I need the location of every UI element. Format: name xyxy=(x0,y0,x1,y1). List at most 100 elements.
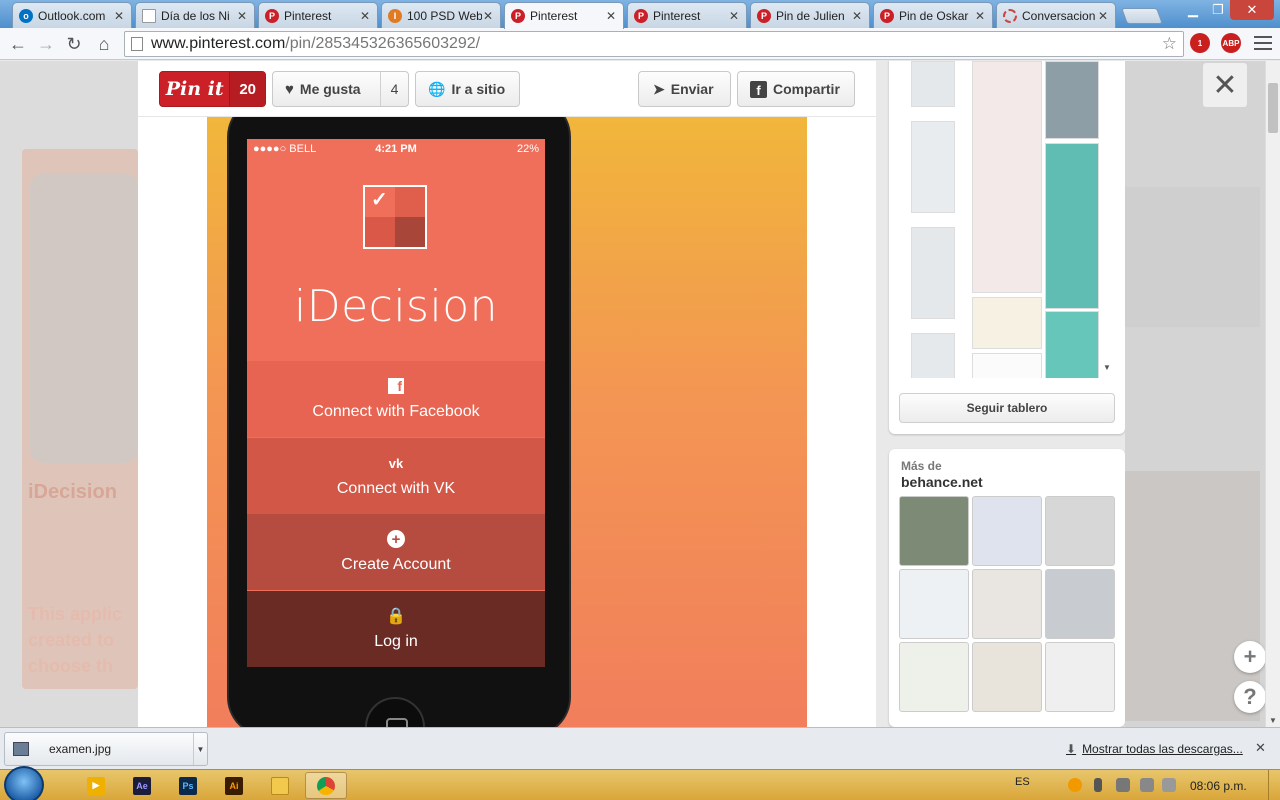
like-button[interactable]: ♥ Me gusta 4 xyxy=(272,71,409,107)
scroll-down-icon[interactable]: ▼ xyxy=(1269,716,1277,725)
download-item[interactable]: examen.jpg ▼ xyxy=(4,732,208,766)
related-pin-thumbnail[interactable] xyxy=(1045,496,1115,566)
download-options-icon[interactable]: ▼ xyxy=(193,733,207,765)
close-tab-icon[interactable]: ✕ xyxy=(728,9,740,23)
share-label: Compartir xyxy=(773,81,840,97)
tab-dia-de-los-ninos[interactable]: Día de los Ni ✕ xyxy=(135,2,255,28)
tab-pinterest-active[interactable]: P Pinterest ✕ xyxy=(504,2,624,29)
related-pin-thumbnail[interactable] xyxy=(972,569,1042,639)
flag-tray-icon[interactable] xyxy=(1140,778,1154,792)
related-pin-thumbnail[interactable] xyxy=(899,569,969,639)
related-pin-thumbnail[interactable] xyxy=(1045,642,1115,712)
scrollbar-thumb[interactable] xyxy=(1268,83,1278,133)
checkmark-icon: ✓ xyxy=(371,189,388,211)
board-thumbnail[interactable] xyxy=(911,227,955,319)
board-thumbnail[interactable] xyxy=(1045,311,1099,378)
board-thumbnail[interactable] xyxy=(972,297,1042,349)
taskbar-photoshop[interactable]: Ps xyxy=(168,772,208,799)
system-clock[interactable]: 08:06 p.m. xyxy=(1190,779,1247,793)
close-downloads-bar-icon[interactable]: ✕ xyxy=(1255,740,1266,756)
minimize-icon[interactable]: ▁ xyxy=(1180,0,1206,20)
taskbar-explorer[interactable] xyxy=(260,772,300,799)
related-pin-thumbnail[interactable] xyxy=(972,496,1042,566)
show-desktop-button[interactable] xyxy=(1268,770,1280,800)
url-path: /pin/285345326365603292/ xyxy=(285,35,481,52)
related-pin-thumbnail[interactable] xyxy=(972,642,1042,712)
close-pin-button[interactable]: ✕ xyxy=(1203,63,1247,107)
board-thumbnail[interactable] xyxy=(1045,61,1099,139)
adblock-icon[interactable]: ABP xyxy=(1221,33,1241,53)
address-bar[interactable]: www.pinterest.com/pin/285345326365603292… xyxy=(124,31,1184,57)
scroll-down-icon[interactable]: ▼ xyxy=(1103,363,1111,372)
extension-icon[interactable]: 1 xyxy=(1190,33,1210,53)
related-pin-thumbnail[interactable] xyxy=(899,642,969,712)
restore-icon[interactable]: ❐ xyxy=(1206,0,1230,20)
taskbar-illustrator[interactable]: Ai xyxy=(214,772,254,799)
volume-tray-icon[interactable] xyxy=(1162,778,1176,792)
tab-outlook[interactable]: o Outlook.com ✕ xyxy=(12,2,132,28)
reload-icon[interactable]: ↻ xyxy=(62,32,86,56)
board-thumbnail[interactable] xyxy=(911,121,955,213)
show-all-downloads-link[interactable]: ⬇ Mostrar todas las descargas... xyxy=(1066,742,1243,756)
tab-conversacion[interactable]: Conversacion ✕ xyxy=(996,2,1116,28)
close-tab-icon[interactable]: ✕ xyxy=(1097,9,1109,23)
visit-site-button[interactable]: 🌐 Ir a sitio xyxy=(415,71,520,107)
language-indicator[interactable]: ES xyxy=(1015,776,1030,788)
pin-image[interactable]: ●●●●○ BELL 4:21 PM 22% ✓ iDecision f Con… xyxy=(207,117,807,727)
close-tab-icon[interactable]: ✕ xyxy=(359,9,371,23)
home-icon[interactable]: ⌂ xyxy=(92,32,116,56)
tab-pin-de-julien[interactable]: P Pin de Julien ✕ xyxy=(750,2,870,28)
browser-menu-icon[interactable] xyxy=(1254,34,1272,52)
taskbar-after-effects[interactable]: Ae xyxy=(122,772,162,799)
board-thumbnail[interactable] xyxy=(911,61,955,107)
bookmark-star-icon[interactable]: ☆ xyxy=(1162,34,1177,54)
back-icon[interactable]: ← xyxy=(6,32,30,56)
board-thumbnails[interactable] xyxy=(898,61,1114,378)
battery-tray-icon[interactable] xyxy=(1094,778,1102,792)
phone-mockup: ●●●●○ BELL 4:21 PM 22% ✓ iDecision f Con… xyxy=(227,117,571,727)
send-button[interactable]: ➤ Enviar xyxy=(638,71,731,107)
taskbar-chrome[interactable] xyxy=(305,772,347,799)
app-title: iDecision xyxy=(293,281,499,332)
tab-pinterest-1[interactable]: P Pinterest ✕ xyxy=(258,2,378,28)
board-thumbnail[interactable] xyxy=(911,333,955,378)
menu-label: Log in xyxy=(374,633,418,650)
share-button[interactable]: f Compartir xyxy=(737,71,855,107)
board-thumbnail[interactable] xyxy=(1045,143,1099,309)
zoom-in-button[interactable]: + xyxy=(1234,641,1266,673)
follow-board-button[interactable]: Seguir tablero xyxy=(899,393,1115,423)
folder-icon xyxy=(271,776,289,795)
close-tab-icon[interactable]: ✕ xyxy=(605,9,617,23)
close-tab-icon[interactable]: ✕ xyxy=(113,9,125,23)
forward-icon[interactable]: → xyxy=(34,32,58,56)
background-pin-image xyxy=(30,173,138,463)
start-button[interactable] xyxy=(4,766,44,800)
close-tab-icon[interactable]: ✕ xyxy=(236,9,248,23)
illustrator-icon: Ai xyxy=(225,776,243,795)
close-tab-icon[interactable]: ✕ xyxy=(482,9,494,23)
help-button[interactable]: ? xyxy=(1234,681,1266,713)
close-tab-icon[interactable]: ✕ xyxy=(974,9,986,23)
close-tab-icon[interactable]: ✕ xyxy=(851,9,863,23)
page-scrollbar[interactable]: ▼ xyxy=(1265,61,1280,727)
more-from-site[interactable]: behance.net xyxy=(901,474,983,490)
taskbar-media-player[interactable]: ▶ xyxy=(76,772,116,799)
tab-pin-de-oskar[interactable]: P Pin de Oskar ✕ xyxy=(873,2,993,28)
related-pin-thumbnail[interactable] xyxy=(1045,569,1115,639)
plus-circle-icon: + xyxy=(387,530,405,548)
like-label: Me gusta xyxy=(299,81,361,97)
after-effects-icon: Ae xyxy=(133,776,151,795)
board-thumbnail[interactable] xyxy=(972,353,1042,378)
related-pin-thumbnail[interactable] xyxy=(899,496,969,566)
tab-100-psd-web[interactable]: I 100 PSD Web ✕ xyxy=(381,2,501,28)
tray-app-icon[interactable] xyxy=(1068,778,1082,792)
page-info-icon[interactable] xyxy=(131,37,143,51)
tab-label: 100 PSD Web xyxy=(407,8,482,23)
pin-it-button[interactable]: Pin it 20 xyxy=(159,71,266,107)
tab-pinterest-3[interactable]: P Pinterest ✕ xyxy=(627,2,747,28)
menu-label: Connect with Facebook xyxy=(312,403,480,420)
board-thumbnail[interactable] xyxy=(972,61,1042,293)
close-window-icon[interactable]: ✕ xyxy=(1230,0,1274,20)
network-tray-icon[interactable] xyxy=(1116,778,1130,792)
new-tab-button[interactable] xyxy=(1121,8,1163,24)
